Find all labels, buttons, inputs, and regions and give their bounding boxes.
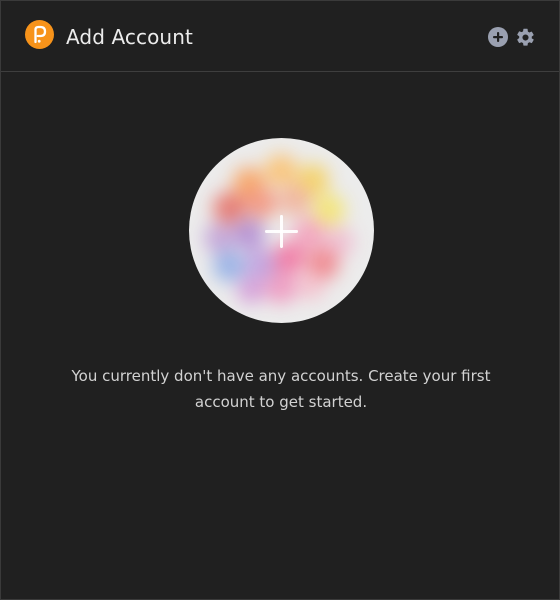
plus-circle-icon — [488, 27, 508, 47]
gear-icon — [516, 28, 534, 46]
popup-window: Add Account You currently don't have any… — [0, 0, 560, 600]
add-account-button[interactable] — [487, 26, 509, 48]
no-accounts-message: You currently don't have any accounts. C… — [71, 367, 491, 411]
settings-button[interactable] — [514, 26, 536, 48]
page-title: Add Account — [66, 25, 193, 49]
header-bar: Add Account — [1, 1, 559, 72]
create-account-avatar-button[interactable] — [189, 138, 374, 323]
polkadot-logo-icon — [25, 20, 54, 49]
plus-icon — [265, 215, 298, 248]
